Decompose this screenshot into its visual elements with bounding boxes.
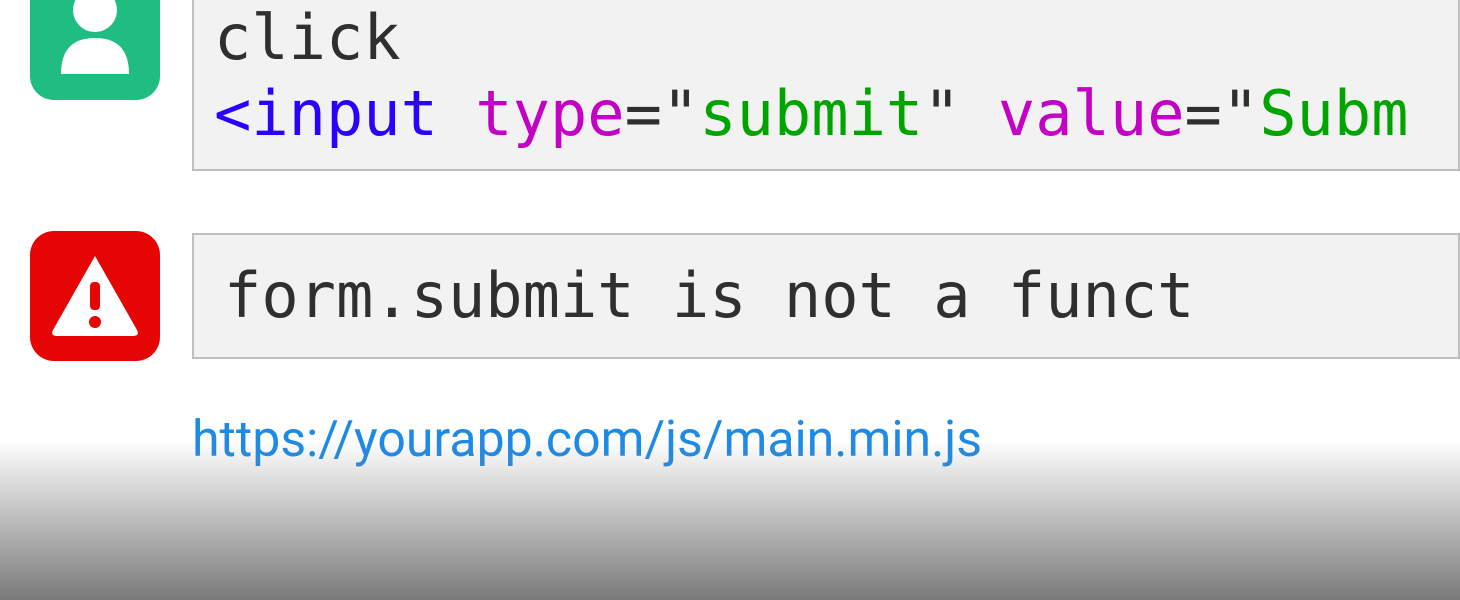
- interaction-code-block: click <input type="submit" value="Subm: [192, 0, 1460, 171]
- code-line-1: click: [214, 0, 1438, 76]
- error-row: form.submit is not a funct: [0, 231, 1460, 361]
- html-attr-value: submit: [699, 77, 923, 150]
- html-punct: =": [1185, 77, 1260, 150]
- error-message-block: form.submit is not a funct: [192, 233, 1460, 359]
- source-link[interactable]: https://yourapp.com/js/main.min.js: [192, 411, 982, 469]
- error-icon: [30, 231, 160, 361]
- html-punct: ": [923, 77, 960, 150]
- html-punct: =": [625, 77, 700, 150]
- html-attr-name: value: [998, 77, 1185, 150]
- code-line-2: <input type="submit" value="Subm: [214, 76, 1438, 152]
- html-attr-name: type: [475, 77, 624, 150]
- html-tag: <input: [214, 77, 438, 150]
- error-message-text: form.submit is not a funct: [224, 259, 1195, 332]
- user-icon: [30, 0, 160, 100]
- html-attr-value: Subm: [1259, 77, 1408, 150]
- interaction-row: click <input type="submit" value="Subm: [0, 0, 1460, 171]
- source-row: https://yourapp.com/js/main.min.js: [0, 411, 1460, 469]
